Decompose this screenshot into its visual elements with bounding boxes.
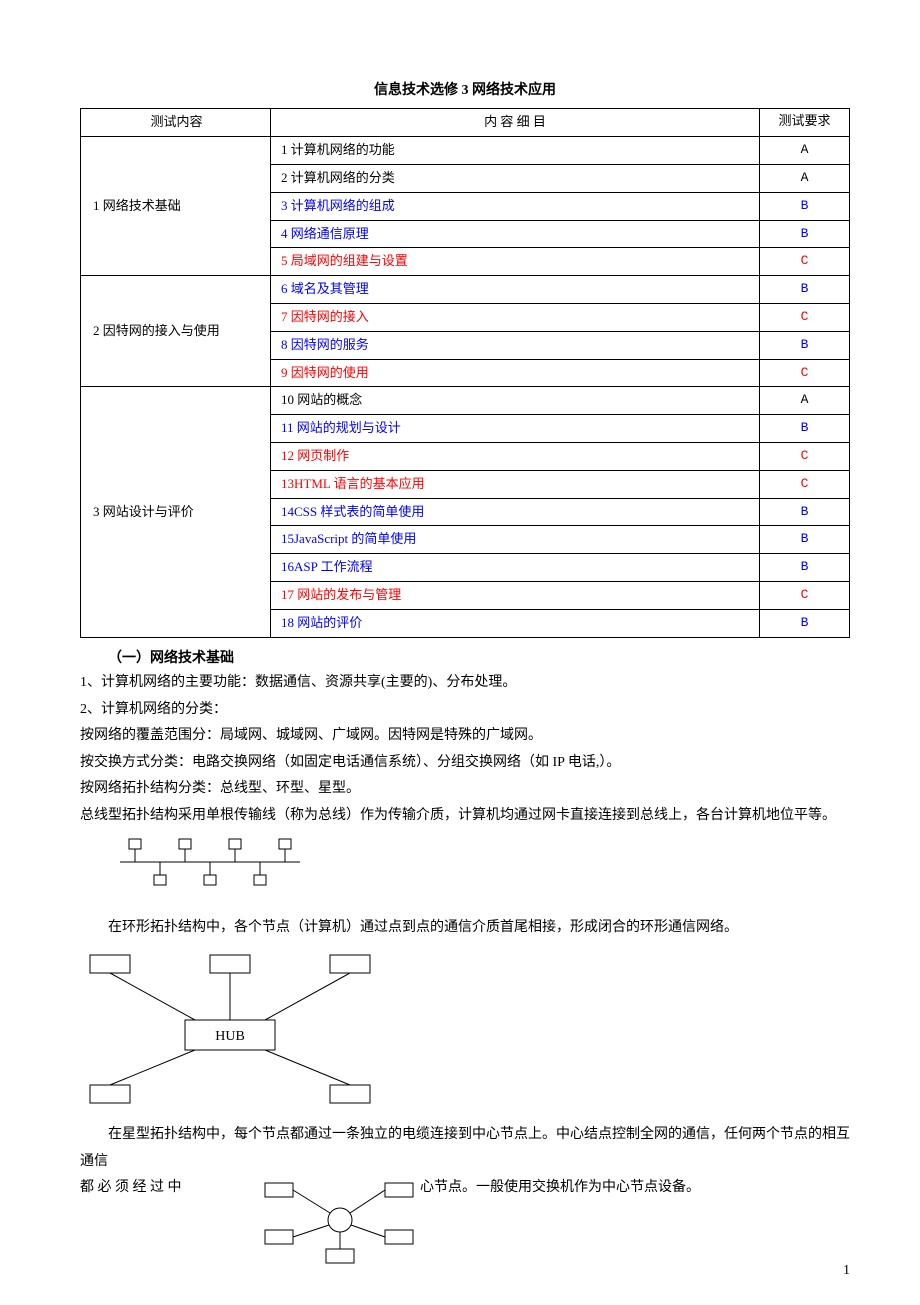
table-header-row: 测试内容 内 容 细 目 测试要求	[81, 109, 850, 137]
star-topology-text: 在星型拓扑结构中，每个节点都通过一条独立的电缆连接到中心节点上。中心结点控制全网…	[80, 1122, 850, 1265]
requirement-cell: B	[760, 331, 850, 359]
detail-cell: 11 网站的规划与设计	[271, 415, 760, 443]
table-row: 2 因特网的接入与使用6 域名及其管理B	[81, 276, 850, 304]
para-3: 按网络的覆盖范围分：局域网、城域网、广域网。因特网是特殊的广域网。	[80, 723, 850, 750]
bus-topology-icon	[110, 837, 310, 887]
header-col-2: 内 容 细 目	[271, 109, 760, 137]
para-6: 总线型拓扑结构采用单根传输线（称为总线）作为传输介质，计算机均通过网卡直接连接到…	[80, 803, 850, 830]
category-cell: 3 网站设计与评价	[81, 387, 271, 637]
requirement-cell: B	[760, 415, 850, 443]
detail-cell: 3 计算机网络的组成	[271, 192, 760, 220]
requirement-cell: B	[760, 498, 850, 526]
category-cell: 2 因特网的接入与使用	[81, 276, 271, 387]
detail-cell: 15JavaScript 的简单使用	[271, 526, 760, 554]
section-heading: （一）网络技术基础	[80, 648, 850, 670]
category-cell: 1 网络技术基础	[81, 137, 271, 276]
detail-cell: 2 计算机网络的分类	[271, 164, 760, 192]
header-col-3: 测试要求	[760, 109, 850, 137]
bus-topology-diagram	[110, 837, 850, 887]
detail-cell: 8 因特网的服务	[271, 331, 760, 359]
detail-cell: 6 域名及其管理	[271, 276, 760, 304]
document-title: 信息技术选修 3 网络技术应用	[80, 80, 850, 102]
para-1: 1、计算机网络的主要功能：数据通信、资源共享(主要的)、分布处理。	[80, 670, 850, 697]
detail-cell: 5 局域网的组建与设置	[271, 248, 760, 276]
requirement-cell: A	[760, 137, 850, 165]
header-col-1: 测试内容	[81, 109, 271, 137]
requirement-cell: C	[760, 470, 850, 498]
detail-cell: 4 网络通信原理	[271, 220, 760, 248]
para-2: 2、计算机网络的分类：	[80, 697, 850, 724]
requirement-cell: C	[760, 248, 850, 276]
hub-diagram-icon: HUB	[80, 950, 380, 1110]
detail-cell: 9 因特网的使用	[271, 359, 760, 387]
hub-label: HUB	[215, 1029, 245, 1044]
requirement-cell: B	[760, 554, 850, 582]
detail-cell: 18 网站的评价	[271, 609, 760, 637]
requirement-cell: B	[760, 526, 850, 554]
table-row: 3 网站设计与评价10 网站的概念A	[81, 387, 850, 415]
detail-cell: 16ASP 工作流程	[271, 554, 760, 582]
ring-topology-text: 在环形拓扑结构中，各个节点（计算机）通过点到点的通信介质首尾相接，形成闭合的环形…	[80, 915, 850, 942]
table-row: 1 网络技术基础1 计算机网络的功能A	[81, 137, 850, 165]
requirement-cell: A	[760, 387, 850, 415]
requirement-cell: A	[760, 164, 850, 192]
star-topology-icon	[260, 1175, 420, 1265]
detail-cell: 12 网页制作	[271, 442, 760, 470]
detail-cell: 13HTML 语言的基本应用	[271, 470, 760, 498]
detail-cell: 10 网站的概念	[271, 387, 760, 415]
para-7: 在环形拓扑结构中，各个节点（计算机）通过点到点的通信介质首尾相接，形成闭合的环形…	[80, 915, 850, 942]
para-8b-left: 都 必 须 经 过 中	[80, 1175, 182, 1202]
content-table: 测试内容 内 容 细 目 测试要求 1 网络技术基础1 计算机网络的功能A2 计…	[80, 108, 850, 637]
requirement-cell: C	[760, 442, 850, 470]
detail-cell: 1 计算机网络的功能	[271, 137, 760, 165]
detail-cell: 7 因特网的接入	[271, 303, 760, 331]
requirement-cell: B	[760, 276, 850, 304]
para-5: 按网络拓扑结构分类：总线型、环型、星型。	[80, 776, 850, 803]
requirement-cell: C	[760, 581, 850, 609]
hub-diagram: HUB	[80, 950, 850, 1110]
detail-cell: 17 网站的发布与管理	[271, 581, 760, 609]
requirement-cell: C	[760, 303, 850, 331]
detail-cell: 14CSS 样式表的简单使用	[271, 498, 760, 526]
para-8b-right: 心节点。一般使用交换机作为中心节点设备。	[420, 1175, 700, 1202]
para-8a: 在星型拓扑结构中，每个节点都通过一条独立的电缆连接到中心节点上。中心结点控制全网…	[80, 1122, 850, 1175]
para-4: 按交换方式分类：电路交换网络（如固定电话通信系统）、分组交换网络（如 IP 电话…	[80, 750, 850, 777]
requirement-cell: B	[760, 192, 850, 220]
page-number: 1	[843, 1260, 850, 1282]
body-text-block: 1、计算机网络的主要功能：数据通信、资源共享(主要的)、分布处理。 2、计算机网…	[80, 670, 850, 830]
requirement-cell: B	[760, 609, 850, 637]
requirement-cell: B	[760, 220, 850, 248]
requirement-cell: C	[760, 359, 850, 387]
